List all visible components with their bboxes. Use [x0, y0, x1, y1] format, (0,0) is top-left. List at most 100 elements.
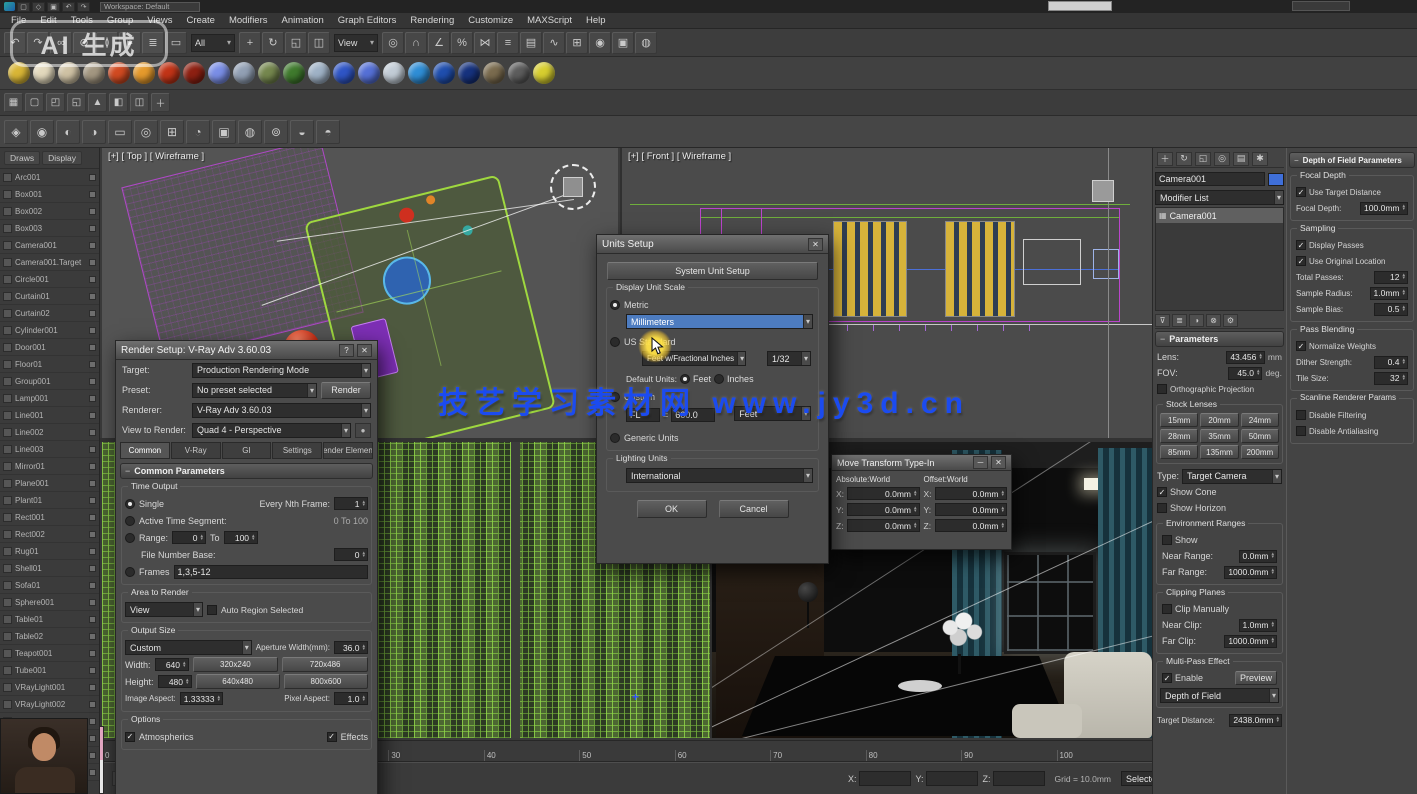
select-move-icon[interactable]: +	[239, 32, 261, 54]
view-to-render-dropdown[interactable]: Quad 4 - Perspective	[192, 423, 351, 438]
scene-object-row[interactable]: Line002	[0, 424, 99, 441]
pin-stack-icon[interactable]: ⊽	[1155, 314, 1170, 327]
resolution-preset-button[interactable]: 800x600	[284, 674, 368, 689]
shelf-shortcut-icon[interactable]	[508, 62, 530, 84]
create-tab-icon[interactable]: ＋	[1157, 152, 1173, 166]
orthographic-checkbox[interactable]	[1157, 384, 1167, 394]
typein-titlebar[interactable]: Move Transform Type-In	[832, 455, 1011, 471]
sample-bias-spinner[interactable]: 0.5	[1374, 303, 1408, 316]
metric-radio[interactable]	[610, 300, 620, 310]
show-horizon-checkbox[interactable]	[1157, 503, 1167, 513]
scene-object-row[interactable]: Sphere001	[0, 594, 99, 611]
object-visibility-icon[interactable]	[3, 360, 12, 369]
lighting-units-dropdown[interactable]: International	[626, 468, 813, 483]
schematic-view-icon[interactable]: ⊞	[566, 32, 588, 54]
frames-field[interactable]: 1,3,5-12	[174, 565, 368, 579]
ribbon-half-icon[interactable]: ◧	[109, 93, 128, 112]
shelf-shortcut-icon[interactable]	[158, 62, 180, 84]
transform-typein-dialog[interactable]: Move Transform Type-In Absolute:World X:…	[831, 454, 1012, 550]
configure-stack-icon[interactable]: ⚙	[1223, 314, 1238, 327]
single-radio[interactable]	[125, 499, 135, 509]
menu-item[interactable]: Animation	[275, 15, 331, 26]
close-icon[interactable]	[357, 344, 372, 357]
menu-item[interactable]: Customize	[461, 15, 520, 26]
use-original-location-checkbox[interactable]	[1296, 256, 1306, 266]
scene-object-row[interactable]: Plane001	[0, 475, 99, 492]
stock-lens-button[interactable]: 135mm	[1200, 445, 1238, 459]
shelf-shortcut-icon[interactable]	[533, 62, 555, 84]
object-visibility-icon[interactable]	[3, 343, 12, 352]
selection-circle[interactable]	[550, 164, 596, 210]
shelf-shortcut-icon[interactable]	[233, 62, 255, 84]
near-clip-spinner[interactable]: 1.0mm	[1239, 619, 1278, 632]
remove-modifier-icon[interactable]: ⊗	[1206, 314, 1221, 327]
save-file-icon[interactable]: ▣	[47, 2, 60, 12]
scene-object-row[interactable]: Arc001	[0, 169, 99, 186]
scene-object-row[interactable]: Plant01	[0, 492, 99, 509]
scene-object-row[interactable]: Tube001	[0, 662, 99, 679]
open-file-icon[interactable]: ◇	[32, 2, 45, 12]
atmospherics-checkbox[interactable]	[125, 732, 135, 742]
utilities-tab-icon[interactable]: ✱	[1252, 152, 1268, 166]
scene-object-row[interactable]: Lamp001	[0, 390, 99, 407]
tab-gi[interactable]: GI	[222, 442, 272, 459]
object-visibility-icon[interactable]	[3, 564, 12, 573]
extra-top-icon[interactable]: ◓	[316, 120, 340, 144]
snaps-toggle-icon[interactable]: ∩	[405, 32, 427, 54]
curve-editor-icon[interactable]: ∿	[543, 32, 565, 54]
normalize-weights-checkbox[interactable]	[1296, 341, 1306, 351]
menu-item[interactable]: Help	[579, 15, 613, 26]
scene-object-row[interactable]: Line001	[0, 407, 99, 424]
stock-lens-button[interactable]: 85mm	[1160, 445, 1198, 459]
tab-settings[interactable]: Settings	[272, 442, 322, 459]
stock-lens-button[interactable]: 200mm	[1241, 445, 1279, 459]
object-visibility-icon[interactable]	[3, 411, 12, 420]
menu-item[interactable]: Rendering	[403, 15, 461, 26]
scene-object-row[interactable]: Box001	[0, 186, 99, 203]
scene-object-row[interactable]: VRayLight002	[0, 696, 99, 713]
us-standard-radio[interactable]	[610, 337, 620, 347]
ribbon-add-icon[interactable]: ＋	[151, 93, 170, 112]
object-visibility-icon[interactable]	[3, 258, 12, 267]
extra-half1-icon[interactable]: ◐	[56, 120, 80, 144]
scene-object-row[interactable]: Camera001.Target	[0, 254, 99, 271]
material-editor-icon[interactable]: ◉	[589, 32, 611, 54]
object-visibility-icon[interactable]	[3, 479, 12, 488]
object-visibility-icon[interactable]	[3, 224, 12, 233]
ribbon-box-icon[interactable]: ▢	[25, 93, 44, 112]
modifier-list-dropdown[interactable]: Modifier List	[1155, 190, 1284, 205]
object-visibility-icon[interactable]	[3, 581, 12, 590]
object-visibility-icon[interactable]	[3, 275, 12, 284]
near-range-spinner[interactable]: 0.0mm	[1239, 550, 1278, 563]
app-logo[interactable]	[4, 2, 15, 11]
stock-lens-button[interactable]: 28mm	[1160, 429, 1198, 443]
disable-filtering-checkbox[interactable]	[1296, 410, 1306, 420]
absolute-spinner[interactable]: 0.0mm	[847, 487, 920, 500]
scene-object-row[interactable]: Rug01	[0, 543, 99, 560]
object-visibility-icon[interactable]	[3, 683, 12, 692]
sample-radius-spinner[interactable]: 1.0mm	[1370, 287, 1409, 300]
make-unique-icon[interactable]: ◑	[1189, 314, 1204, 327]
menu-item[interactable]: Graph Editors	[331, 15, 404, 26]
redo-icon[interactable]: ↷	[77, 2, 90, 12]
extra-ring-icon[interactable]: ⊚	[264, 120, 288, 144]
scene-object-row[interactable]: Rect002	[0, 526, 99, 543]
stock-lens-button[interactable]: 15mm	[1160, 413, 1198, 427]
multipass-enable-checkbox[interactable]	[1162, 673, 1172, 683]
offset-spinner[interactable]: 0.0mm	[935, 503, 1008, 516]
system-unit-setup-button[interactable]: System Unit Setup	[607, 262, 818, 280]
stock-lens-button[interactable]: 24mm	[1241, 413, 1279, 427]
shelf-shortcut-icon[interactable]	[458, 62, 480, 84]
scene-object-row[interactable]: Box003	[0, 220, 99, 237]
tab-common[interactable]: Common	[120, 442, 170, 459]
object-visibility-icon[interactable]	[3, 207, 12, 216]
far-range-spinner[interactable]: 1000.0mm	[1224, 566, 1277, 579]
layer-manager-icon[interactable]: ▤	[520, 32, 542, 54]
object-visibility-icon[interactable]	[3, 547, 12, 556]
coordinate-field[interactable]	[926, 771, 978, 786]
tab-vray[interactable]: V-Ray	[171, 442, 221, 459]
frames-radio[interactable]	[125, 567, 135, 577]
menu-item[interactable]: MAXScript	[520, 15, 579, 26]
extra-dotted-icon[interactable]: ◍	[238, 120, 262, 144]
object-visibility-icon[interactable]	[3, 292, 12, 301]
